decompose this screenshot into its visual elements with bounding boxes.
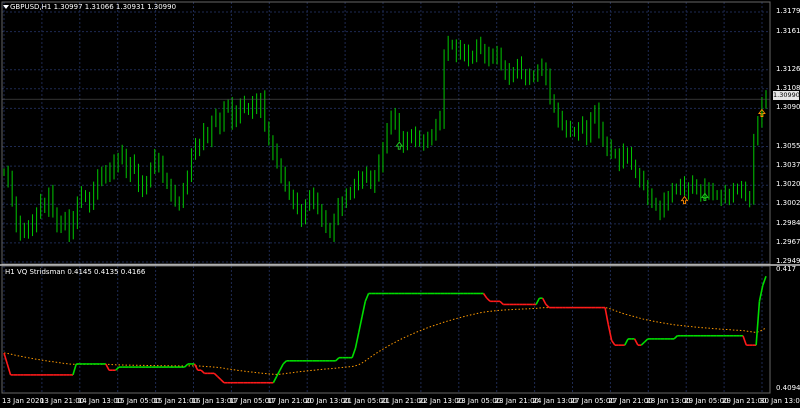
indicator-segment (200, 369, 205, 374)
indicator-segment (673, 335, 678, 340)
indicator-segment (755, 301, 761, 346)
indicator-segment (486, 297, 491, 302)
indicator-segment (275, 369, 281, 377)
arrow-up-icon (395, 141, 404, 150)
indicator-segment (499, 300, 504, 306)
price-label: 1.30555 (776, 141, 800, 150)
indicator-segment (357, 316, 363, 333)
chart-menu-icon[interactable] (3, 5, 9, 9)
main-pane-border (1, 1, 771, 265)
indicator-main-line (3, 275, 767, 384)
indicator-segment (535, 297, 541, 305)
indicator-segment (610, 340, 616, 346)
price-label: 1.31790 (776, 7, 800, 15)
indicator-segment (216, 375, 222, 381)
indicator-segment (643, 338, 649, 343)
indicator-title: H1 VQ Stridsman 0.4145 0.4135 0.4166 (5, 268, 146, 276)
indicator-segment (351, 348, 357, 358)
indicator-segment (624, 338, 629, 346)
signal-arrows (395, 110, 766, 205)
price-label: 1.30200 (776, 180, 800, 189)
indicator-segment (193, 363, 199, 371)
time-label: 13 Jan 2020 (2, 397, 44, 405)
indicator-segment (482, 293, 488, 299)
indicator-segment (633, 338, 639, 346)
indicator-segment (213, 372, 219, 378)
indicator-segment (335, 357, 340, 362)
indicator-segment (184, 363, 189, 368)
indicator-segment (354, 332, 360, 349)
indicator-segment (115, 366, 120, 371)
chart-frame (0, 1, 800, 394)
indicator-label: 0.417 (776, 265, 797, 273)
indicator-segment (364, 293, 370, 302)
indicator-signal-line (3, 307, 767, 375)
indicator-segment (220, 379, 225, 384)
indicator-segment (282, 360, 288, 365)
indicator-segment (640, 341, 646, 346)
indicator-label: 0.4094 (776, 384, 800, 392)
indicator-segment (272, 376, 278, 384)
indicator-pane-border (1, 265, 771, 394)
main-title: GBPUSD,H1 1.30997 1.31066 1.30931 1.3099… (10, 3, 177, 11)
chart-canvas[interactable] (0, 0, 800, 408)
price-label: 1.29845 (776, 218, 800, 227)
price-label: 1.30375 (776, 161, 800, 170)
indicator-segment (6, 363, 12, 376)
signal-line (3, 307, 767, 375)
indicator-segment (279, 363, 284, 371)
price-label: 1.31610 (776, 26, 800, 35)
main-grid (2, 2, 770, 264)
indicator-segment (361, 301, 367, 318)
indicator-grid (3, 266, 763, 393)
indicator-segment (761, 275, 767, 286)
time-label: 30 Jan 13:00 (760, 397, 800, 405)
price-label: 1.30905 (776, 103, 800, 112)
indicator-segment (105, 363, 110, 371)
indicator-segment (742, 335, 748, 346)
price-label: 1.30025 (776, 199, 800, 208)
price-label: 1.29670 (776, 237, 800, 246)
price-label: 1.31260 (776, 64, 800, 73)
indicator-segment (72, 363, 78, 376)
indicator-segment (541, 297, 547, 305)
current-price-tag: 1.30990 (773, 91, 800, 100)
indicator-segment (604, 307, 610, 325)
